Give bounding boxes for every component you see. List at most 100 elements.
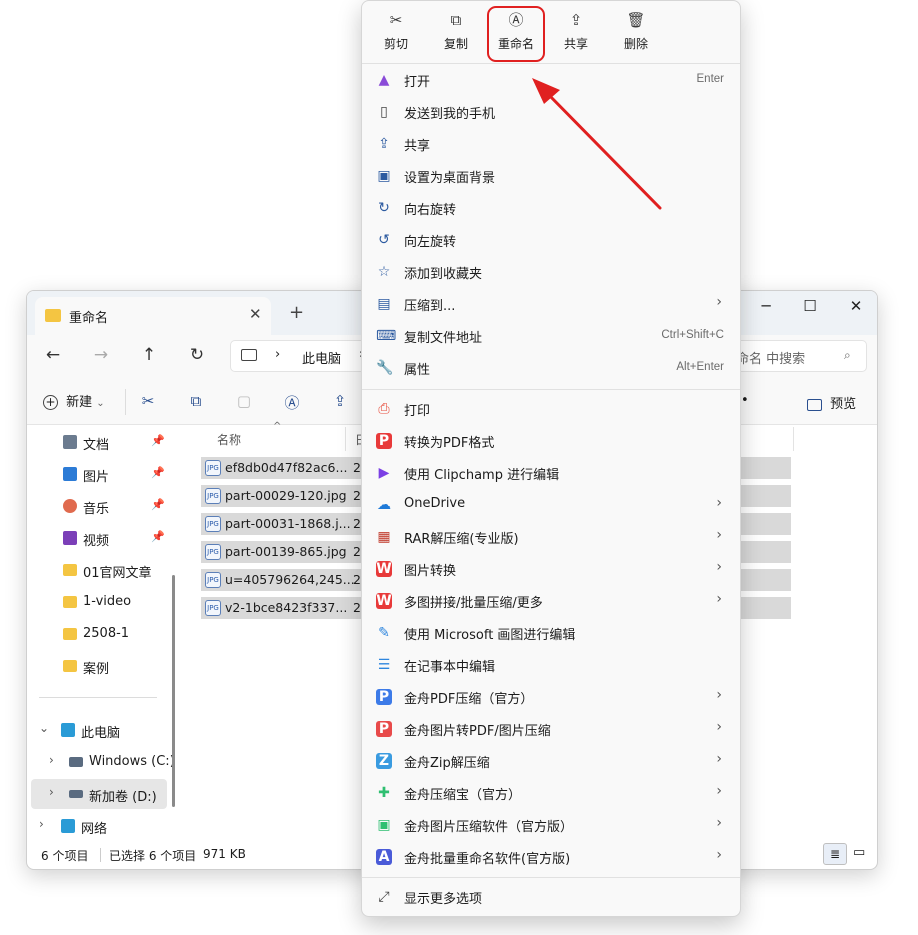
- copy-action[interactable]: ⧉ 复制: [428, 9, 484, 57]
- tab-title: 重命名: [69, 311, 109, 326]
- search-box[interactable]: 命名 中搜索 ⌕: [731, 340, 867, 372]
- details-view-icon[interactable]: ≣: [823, 843, 847, 865]
- folder-icon: [63, 564, 77, 576]
- menu-item[interactable]: W 多图拼接/批量压缩/更多 ›: [362, 585, 740, 617]
- more-options-dots[interactable]: •: [741, 393, 749, 408]
- menu-item[interactable]: ↻ 向右旋转: [362, 192, 740, 224]
- menu-item[interactable]: ▲ 打开 Enter: [362, 64, 740, 96]
- menu-item[interactable]: ▦ RAR解压缩(专业版) ›: [362, 521, 740, 553]
- tiles-view-icon[interactable]: ▭: [853, 845, 865, 860]
- sidebar-scrollbar[interactable]: [172, 575, 175, 807]
- menu-item[interactable]: ☰ 在记事本中编辑: [362, 649, 740, 681]
- menu-item[interactable]: ▣ 金舟图片压缩软件（官方版） ›: [362, 809, 740, 841]
- refresh-button[interactable]: ↻: [185, 345, 209, 365]
- menu-item[interactable]: ⌨ 复制文件地址 Ctrl+Shift+C: [362, 320, 740, 352]
- computer-icon: [61, 723, 75, 737]
- menu-item-icon: P: [376, 689, 392, 705]
- menu-item[interactable]: ☆ 添加到收藏夹: [362, 256, 740, 288]
- menu-item[interactable]: ⇪ 共享: [362, 128, 740, 160]
- column-header-name[interactable]: 名称: [217, 431, 241, 448]
- share-icon: ⇪: [569, 11, 583, 29]
- sidebar-item-videos[interactable]: 视频 📌: [27, 523, 177, 553]
- jpg-file-icon: JPG: [205, 460, 221, 476]
- menu-item[interactable]: ▣ 设置为桌面背景: [362, 160, 740, 192]
- sidebar-item-this-pc[interactable]: ⌄ 此电脑: [27, 715, 177, 745]
- preview-label: 预览: [830, 397, 857, 412]
- chevron-down-icon: ⌄: [96, 398, 105, 409]
- sidebar-item-documents[interactable]: 文档 📌: [27, 427, 177, 457]
- cut-label: 剪切: [383, 37, 408, 51]
- cut-action[interactable]: ✂ 剪切: [368, 9, 424, 57]
- delete-action[interactable]: 🗑 删除: [608, 9, 664, 57]
- menu-item[interactable]: ✎ 使用 Microsoft 画图进行编辑: [362, 617, 740, 649]
- column-separator[interactable]: [793, 427, 794, 451]
- pin-icon[interactable]: 📌: [151, 530, 165, 543]
- menu-item-label: 多图拼接/批量压缩/更多: [404, 596, 543, 611]
- menu-item[interactable]: P 转换为PDF格式: [362, 425, 740, 457]
- chevron-right-icon[interactable]: ›: [49, 785, 54, 799]
- tab-close-icon[interactable]: ✕: [249, 305, 262, 323]
- new-button[interactable]: + 新建 ⌄: [43, 391, 105, 410]
- sidebar-item-network[interactable]: › 网络: [27, 811, 177, 841]
- preview-button[interactable]: 预览: [807, 393, 856, 412]
- sidebar-item-folder[interactable]: 01官网文章: [27, 555, 177, 585]
- breadcrumb-this-pc[interactable]: 此电脑: [302, 348, 341, 367]
- copy-icon: ⧉: [450, 11, 462, 29]
- menu-item[interactable]: ⎙ 打印: [362, 393, 740, 425]
- menu-item[interactable]: Z 金舟Zip解压缩 ›: [362, 745, 740, 777]
- menu-item-label: 设置为桌面背景: [404, 171, 496, 186]
- chevron-down-icon[interactable]: ⌄: [39, 721, 49, 735]
- share-action[interactable]: ⇪ 共享: [548, 9, 604, 57]
- menu-item-shortcut: Alt+Enter: [676, 361, 724, 373]
- rename-icon[interactable]: Ⓐ: [281, 392, 303, 413]
- menu-item[interactable]: ▯ 发送到我的手机: [362, 96, 740, 128]
- back-button[interactable]: ←: [41, 345, 65, 365]
- pin-icon[interactable]: 📌: [151, 434, 165, 447]
- close-window-button[interactable]: ✕: [841, 297, 871, 315]
- up-button[interactable]: ↑: [137, 345, 161, 365]
- menu-item-label: 向右旋转: [404, 203, 457, 218]
- menu-item-label: RAR解压缩(专业版): [404, 532, 519, 547]
- menu-item[interactable]: ☁ OneDrive ›: [362, 489, 740, 521]
- sidebar-item-drive-c[interactable]: › Windows (C:): [27, 747, 177, 777]
- tab-rename-folder[interactable]: 重命名 ✕: [35, 297, 271, 335]
- paste-icon[interactable]: ▢: [233, 392, 255, 410]
- context-menu: ✂ 剪切 ⧉ 复制 Ⓐ 重命名 ⇪ 共享 🗑 删除 ▲ 打开 Enter ▯ 发送到我的…: [361, 0, 741, 917]
- menu-item-label: 压缩到...: [404, 299, 456, 314]
- column-separator[interactable]: [345, 427, 346, 451]
- menu-item[interactable]: ↺ 向左旋转: [362, 224, 740, 256]
- menu-item-icon: ☰: [377, 657, 391, 673]
- menu-item[interactable]: ▶ 使用 Clipchamp 进行编辑: [362, 457, 740, 489]
- sidebar-item-folder[interactable]: 案例: [27, 651, 177, 681]
- sidebar-item-pictures[interactable]: 图片 📌: [27, 459, 177, 489]
- sidebar-item-folder[interactable]: 1-video: [27, 587, 177, 617]
- pin-icon[interactable]: 📌: [151, 498, 165, 511]
- new-tab-button[interactable]: +: [289, 302, 304, 323]
- sidebar-item-music[interactable]: 音乐 📌: [27, 491, 177, 521]
- menu-item[interactable]: 🔧 属性 Alt+Enter: [362, 352, 740, 384]
- menu-item[interactable]: P 金舟图片转PDF/图片压缩 ›: [362, 713, 740, 745]
- menu-item[interactable]: P 金舟PDF压缩（官方） ›: [362, 681, 740, 713]
- sidebar-item-label: Windows (C:): [89, 754, 175, 769]
- share-icon[interactable]: ⇪: [329, 392, 351, 410]
- minimize-button[interactable]: ─: [751, 297, 781, 315]
- maximize-button[interactable]: ☐: [795, 297, 825, 315]
- trash-icon: 🗑: [626, 11, 646, 29]
- menu-item-icon: W: [376, 593, 392, 609]
- menu-item-icon: P: [376, 721, 392, 737]
- pin-icon[interactable]: 📌: [151, 466, 165, 479]
- menu-item[interactable]: ✚ 金舟压缩宝（官方） ›: [362, 777, 740, 809]
- sidebar-item-label: 案例: [83, 662, 110, 677]
- chevron-right-icon[interactable]: ›: [49, 753, 54, 767]
- menu-item[interactable]: W 图片转换 ›: [362, 553, 740, 585]
- sidebar-item-drive-d[interactable]: › 新加卷 (D:): [31, 779, 167, 809]
- menu-item[interactable]: A 金舟批量重命名软件(官方版) ›: [362, 841, 740, 873]
- menu-item[interactable]: ▤ 压缩到... ›: [362, 288, 740, 320]
- menu-item-show-more-options[interactable]: ⤢ 显示更多选项: [362, 881, 740, 913]
- menu-item-label: 在记事本中编辑: [404, 660, 496, 675]
- sidebar-item-folder[interactable]: 2508-1: [27, 619, 177, 649]
- copy-icon[interactable]: ⧉: [185, 392, 207, 410]
- cut-icon[interactable]: ✂: [137, 392, 159, 410]
- forward-button[interactable]: →: [89, 345, 113, 365]
- chevron-right-icon[interactable]: ›: [39, 817, 44, 831]
